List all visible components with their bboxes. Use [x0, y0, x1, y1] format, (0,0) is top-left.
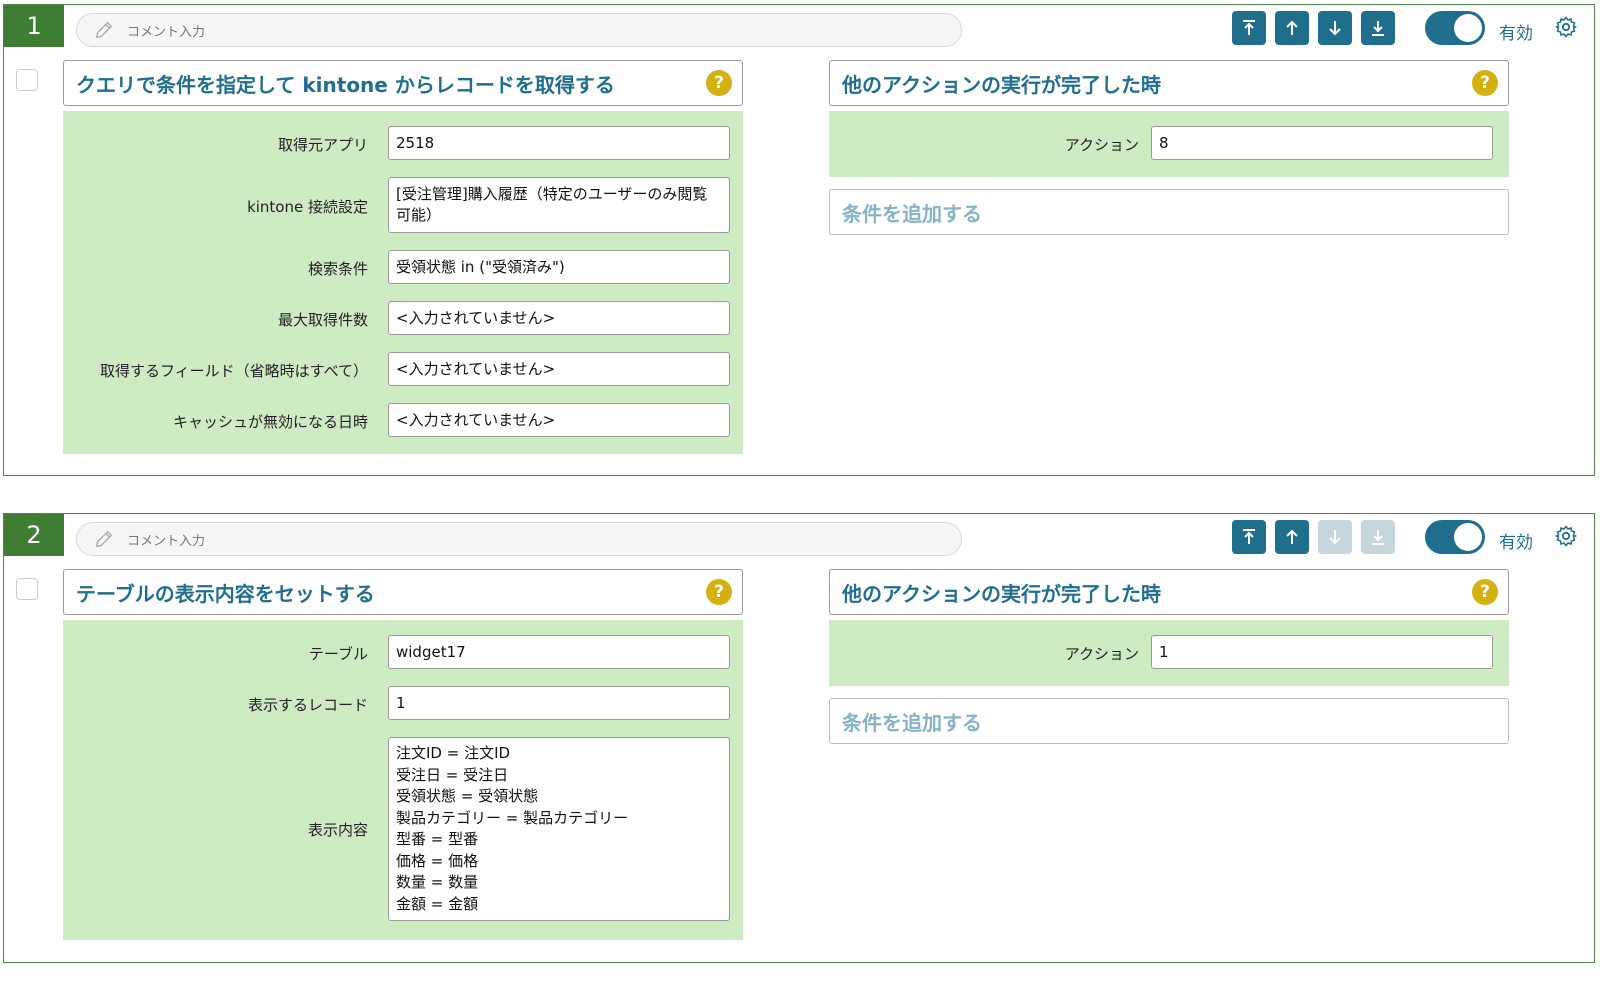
move-up-button[interactable]: [1275, 11, 1309, 45]
select-checkbox[interactable]: [16, 578, 38, 600]
field-label: kintone 接続設定: [247, 198, 368, 216]
card-number: 2: [4, 514, 64, 556]
field-value[interactable]: 受領状態 in ("受領済み"): [388, 250, 730, 284]
field-row: 最大取得件数 <入力されていません>: [63, 301, 743, 335]
field-row: アクション 8: [829, 126, 1509, 160]
field-label: 検索条件: [307, 260, 368, 278]
arrow-to-top-icon: [1243, 20, 1255, 35]
field-label: 表示内容: [307, 821, 368, 839]
arrow-to-top-icon: [1243, 529, 1255, 544]
field-label: 取得元アプリ: [277, 136, 368, 154]
field-label: 表示するレコード: [247, 696, 368, 714]
move-down-button[interactable]: [1318, 520, 1352, 554]
action-title-text: クエリで条件を指定して kintone からレコードを取得する: [76, 72, 615, 97]
field-value[interactable]: <入力されていません>: [388, 352, 730, 386]
field-label: 最大取得件数: [277, 311, 368, 329]
help-icon[interactable]: ?: [706, 579, 732, 605]
move-up-button[interactable]: [1275, 520, 1309, 554]
field-row: 表示内容 注文ID = 注文ID 受注日 = 受注日 受領状態 = 受領状態 製…: [63, 737, 743, 921]
help-icon[interactable]: ?: [1472, 70, 1498, 96]
trigger-title[interactable]: 他のアクションの実行が完了した時 ?: [829, 60, 1509, 106]
field-row: 検索条件 受領状態 in ("受領済み"): [63, 250, 743, 284]
gear-icon[interactable]: [1554, 524, 1578, 548]
comment-placeholder: コメント入力: [127, 533, 206, 549]
add-condition-button[interactable]: 条件を追加する: [829, 189, 1509, 235]
field-row: テーブル widget17: [63, 635, 743, 669]
action-title-text: テーブルの表示内容をセットする: [76, 581, 375, 606]
trigger-fields: アクション 8: [829, 111, 1509, 177]
field-label: 取得するフィールド（省略時はすべて）: [99, 362, 368, 380]
action-card-1: 1 コメント入力 有効 クエリで条件を指定して kintone からレコードを取…: [3, 4, 1595, 476]
trigger-title-text: 他のアクションの実行が完了した時: [842, 72, 1161, 97]
arrow-to-bottom-icon: [1372, 530, 1384, 545]
trigger-title[interactable]: 他のアクションの実行が完了した時 ?: [829, 569, 1509, 615]
arrow-down-icon: [1329, 530, 1341, 545]
field-row: 表示するレコード 1: [63, 686, 743, 720]
action-title[interactable]: クエリで条件を指定して kintone からレコードを取得する ?: [63, 60, 743, 106]
field-label: アクション: [1064, 136, 1139, 154]
arrow-up-icon: [1286, 529, 1298, 544]
field-value[interactable]: widget17: [388, 635, 730, 669]
pencil-icon: [95, 530, 113, 548]
action-card-2: 2 コメント入力 有効 テーブルの表示内容をセットする ? テーブル widge…: [3, 513, 1595, 963]
field-value[interactable]: 8: [1151, 126, 1493, 160]
gear-icon[interactable]: [1554, 15, 1578, 39]
field-value[interactable]: 2518: [388, 126, 730, 160]
comment-input[interactable]: コメント入力: [76, 13, 962, 47]
pencil-icon: [95, 21, 113, 39]
field-row: キャッシュが無効になる日時 <入力されていません>: [63, 403, 743, 437]
enable-toggle[interactable]: [1425, 520, 1485, 554]
move-top-button[interactable]: [1232, 11, 1266, 45]
help-icon[interactable]: ?: [706, 70, 732, 96]
action-fields: 取得元アプリ 2518 kintone 接続設定 [受注管理]購入履歴（特定のユ…: [63, 111, 743, 454]
help-icon[interactable]: ?: [1472, 579, 1498, 605]
field-value[interactable]: 注文ID = 注文ID 受注日 = 受注日 受領状態 = 受領状態 製品カテゴリ…: [388, 737, 730, 921]
card-number: 1: [4, 5, 64, 47]
move-bottom-button[interactable]: [1361, 11, 1395, 45]
select-checkbox[interactable]: [16, 69, 38, 91]
field-value[interactable]: 1: [1151, 635, 1493, 669]
arrow-to-bottom-icon: [1372, 21, 1384, 36]
field-label: アクション: [1064, 645, 1139, 663]
field-row: 取得元アプリ 2518: [63, 126, 743, 160]
status-label: 有効: [1499, 24, 1533, 44]
move-down-button[interactable]: [1318, 11, 1352, 45]
comment-input[interactable]: コメント入力: [76, 522, 962, 556]
enable-toggle[interactable]: [1425, 11, 1485, 45]
field-label: キャッシュが無効になる日時: [172, 413, 368, 431]
trigger-fields: アクション 1: [829, 620, 1509, 686]
move-top-button[interactable]: [1232, 520, 1266, 554]
arrow-down-icon: [1329, 21, 1341, 36]
arrow-up-icon: [1286, 20, 1298, 35]
field-value[interactable]: [受注管理]購入履歴（特定のユーザーのみ閲覧可能）: [388, 177, 730, 233]
action-fields: テーブル widget17 表示するレコード 1 表示内容 注文ID = 注文I…: [63, 620, 743, 940]
field-value[interactable]: <入力されていません>: [388, 301, 730, 335]
field-row: アクション 1: [829, 635, 1509, 669]
field-value[interactable]: <入力されていません>: [388, 403, 730, 437]
action-title[interactable]: テーブルの表示内容をセットする ?: [63, 569, 743, 615]
status-label: 有効: [1499, 533, 1533, 553]
move-bottom-button[interactable]: [1361, 520, 1395, 554]
trigger-title-text: 他のアクションの実行が完了した時: [842, 581, 1161, 606]
comment-placeholder: コメント入力: [127, 24, 206, 40]
field-value[interactable]: 1: [388, 686, 730, 720]
field-row: 取得するフィールド（省略時はすべて） <入力されていません>: [63, 352, 743, 386]
field-label: テーブル: [308, 645, 368, 663]
add-condition-button[interactable]: 条件を追加する: [829, 698, 1509, 744]
field-row: kintone 接続設定 [受注管理]購入履歴（特定のユーザーのみ閲覧可能）: [63, 177, 743, 233]
